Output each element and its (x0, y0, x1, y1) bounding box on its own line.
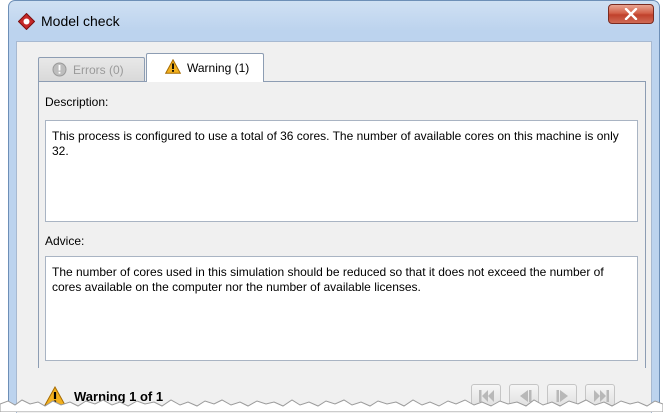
tab-errors[interactable]: Errors (0) (38, 57, 145, 82)
app-logo-icon (17, 12, 36, 31)
advice-label: Advice: (45, 234, 85, 248)
warning-triangle-icon (164, 58, 182, 77)
tab-errors-label: Errors (0) (73, 63, 124, 77)
dialog-window: Model check Errors (0) Warning (1) Descr… (8, 0, 660, 413)
close-button[interactable] (608, 4, 654, 24)
description-textbox[interactable]: This process is configured to use a tota… (45, 120, 638, 222)
advice-textbox[interactable]: The number of cores used in this simulat… (45, 256, 638, 361)
tab-warning-label: Warning (1) (187, 61, 250, 75)
title-bar[interactable]: Model check (9, 1, 659, 35)
tab-warning[interactable]: Warning (1) (146, 53, 264, 82)
warning-panel: Description: This process is configured … (38, 81, 646, 368)
info-circle-icon (52, 62, 67, 80)
torn-edge-decoration (0, 399, 663, 412)
dialog-client-area: Errors (0) Warning (1) Description: This… (16, 41, 652, 413)
close-icon (624, 8, 638, 20)
window-title: Model check (41, 13, 120, 29)
description-label: Description: (45, 95, 109, 109)
